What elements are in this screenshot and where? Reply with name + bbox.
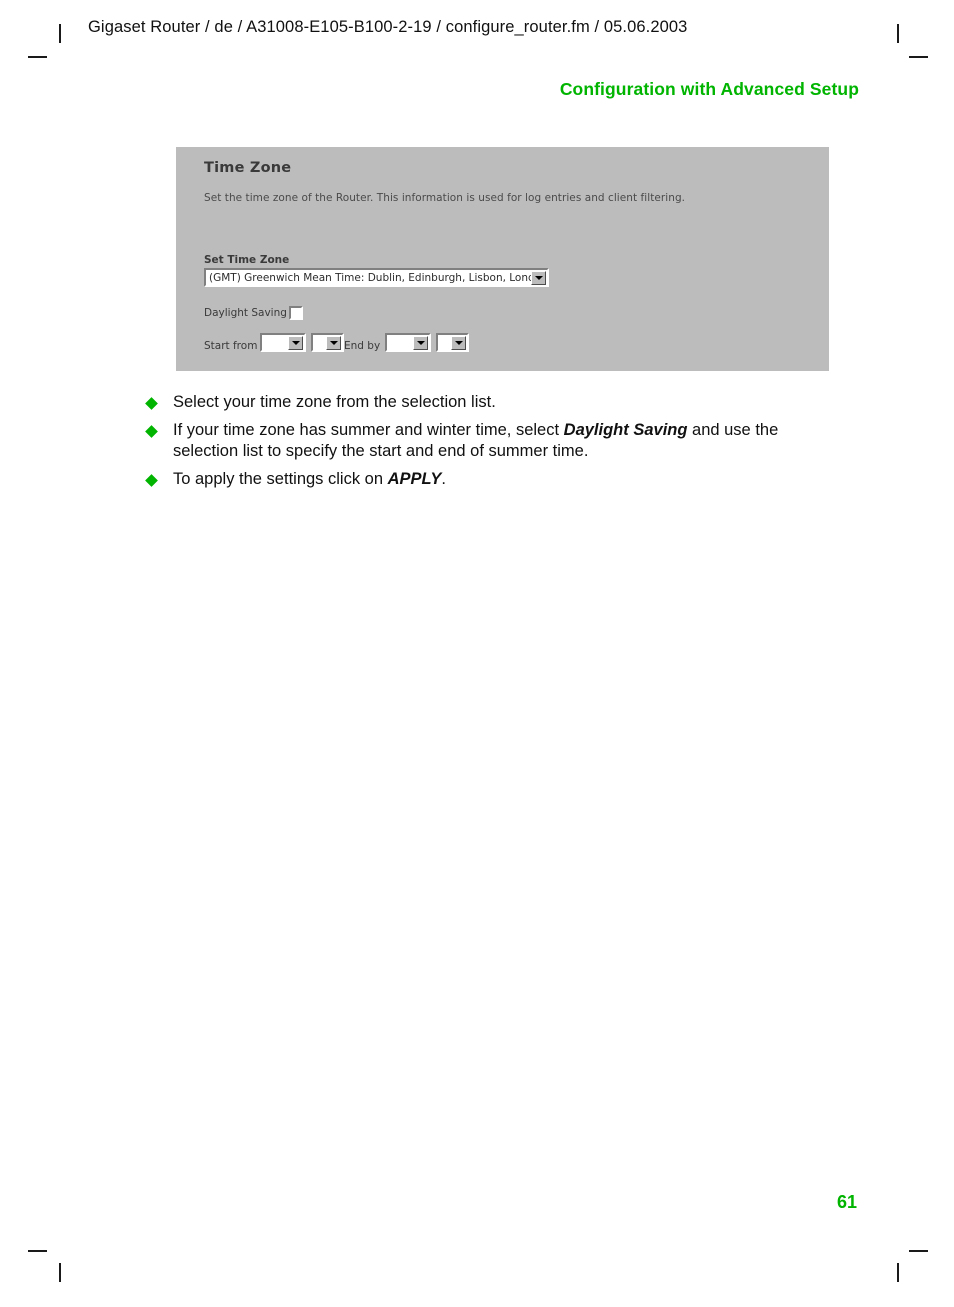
chevron-down-icon[interactable] xyxy=(288,335,303,350)
end-by-label: End by xyxy=(344,340,381,352)
list-item-text: To apply the settings click on APPLY. xyxy=(173,469,847,490)
list-item-emphasis: Daylight Saving xyxy=(563,421,688,439)
diamond-bullet-icon xyxy=(145,425,158,438)
end-by-day-select[interactable] xyxy=(436,333,469,352)
crop-mark-top-left-horizontal xyxy=(28,56,47,58)
start-from-day-select[interactable] xyxy=(311,333,344,352)
panel-description: Set the time zone of the Router. This in… xyxy=(204,192,686,204)
page-number: 61 xyxy=(836,1192,857,1212)
list-item-text-post: . xyxy=(441,470,447,488)
chapter-title: Configuration with Advanced Setup xyxy=(559,79,859,99)
chevron-down-icon[interactable] xyxy=(531,270,546,285)
crop-mark-top-right-horizontal xyxy=(909,56,928,58)
list-item-emphasis: APPLY xyxy=(387,470,442,488)
crop-mark-bottom-right-horizontal xyxy=(909,1250,928,1252)
crop-mark-bottom-left-horizontal xyxy=(28,1250,47,1252)
crop-mark-bottom-right-vertical xyxy=(897,1263,899,1282)
set-time-zone-label: Set Time Zone xyxy=(204,254,290,266)
diamond-bullet-icon xyxy=(145,397,158,410)
start-from-label: Start from xyxy=(204,340,258,352)
set-time-zone-value: (GMT) Greenwich Mean Time: Dublin, Edinb… xyxy=(209,271,531,284)
running-header: Gigaset Router / de / A31008-E105-B100-2… xyxy=(88,18,688,36)
set-time-zone-select[interactable]: (GMT) Greenwich Mean Time: Dublin, Edinb… xyxy=(204,268,549,287)
end-by-month-select[interactable] xyxy=(385,333,431,352)
list-item-text-pre: If your time zone has summer and winter … xyxy=(173,421,564,439)
list-item-text: Select your time zone from the selection… xyxy=(173,392,847,413)
start-from-month-select[interactable] xyxy=(260,333,306,352)
crop-mark-top-left-vertical xyxy=(59,24,61,43)
daylight-saving-checkbox[interactable] xyxy=(289,306,303,320)
instruction-list: Select your time zone from the selection… xyxy=(145,392,847,497)
diamond-bullet-icon xyxy=(145,474,158,487)
list-item-text-pre: Select your time zone from the selection… xyxy=(173,393,496,411)
router-screenshot-figure: Time Zone Set the time zone of the Route… xyxy=(176,147,829,371)
list-item: To apply the settings click on APPLY. xyxy=(145,469,847,490)
daylight-saving-label: Daylight Saving xyxy=(204,307,287,319)
chevron-down-icon[interactable] xyxy=(413,335,428,350)
list-item: Select your time zone from the selection… xyxy=(145,392,847,413)
crop-mark-top-right-vertical xyxy=(897,24,899,43)
list-item-text: If your time zone has summer and winter … xyxy=(173,420,847,462)
crop-mark-bottom-left-vertical xyxy=(59,1263,61,1282)
chevron-down-icon[interactable] xyxy=(326,335,341,350)
list-item: If your time zone has summer and winter … xyxy=(145,420,847,462)
chevron-down-icon[interactable] xyxy=(451,335,466,350)
list-item-text-pre: To apply the settings click on xyxy=(173,470,388,488)
panel-title: Time Zone xyxy=(204,160,292,176)
